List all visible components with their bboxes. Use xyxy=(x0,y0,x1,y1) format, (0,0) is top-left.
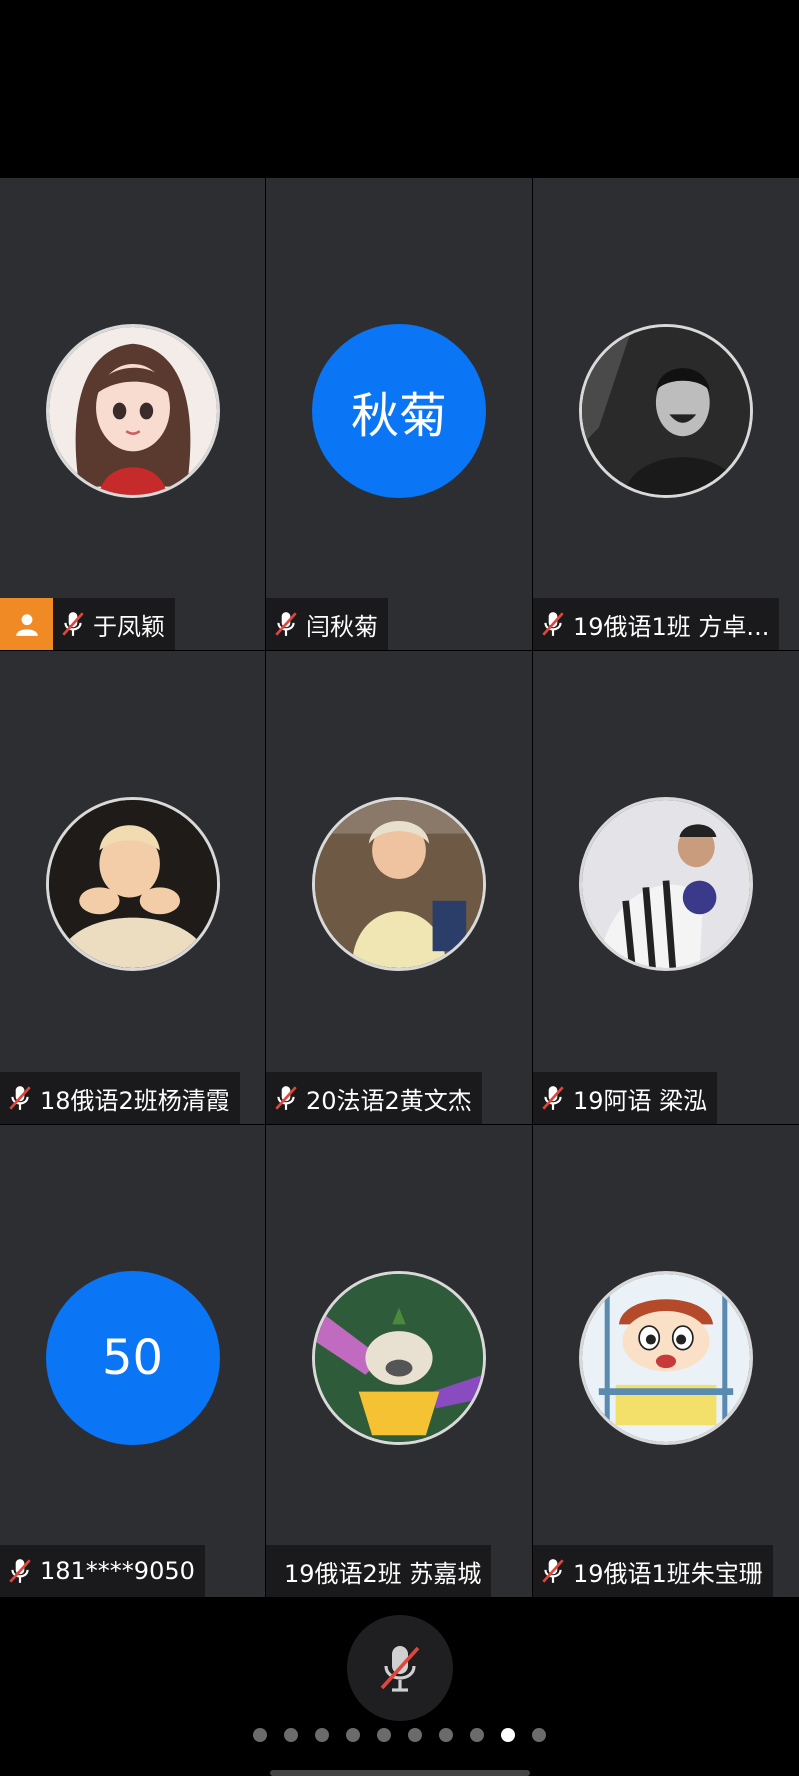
avatar xyxy=(45,797,220,971)
mic-muted-icon xyxy=(0,1072,40,1124)
mute-toggle-button[interactable] xyxy=(347,1615,453,1721)
mic-muted-icon xyxy=(533,1072,573,1124)
participant-name: 19俄语1班朱宝珊 xyxy=(573,1559,763,1588)
child-photo-icon xyxy=(48,800,217,968)
avatar xyxy=(579,1271,753,1445)
mic-muted-icon xyxy=(533,598,573,650)
participant-label: 于凤颖 xyxy=(0,598,175,650)
participant-grid: 于凤颖 秋菊 闫秋菊 19俄语1班 方卓... 18俄语2班杨清霞 20法语2黄… xyxy=(0,178,799,1597)
participant-label: 闫秋菊 xyxy=(266,598,388,650)
avatar: 50 xyxy=(45,1271,220,1445)
participant-name: 19阿语 梁泓 xyxy=(573,1086,708,1115)
participant-tile[interactable]: 19阿语 梁泓 xyxy=(533,651,799,1124)
footballer-photo-icon xyxy=(582,800,750,968)
mic-muted-icon xyxy=(0,1545,40,1597)
participant-tile[interactable]: 于凤颖 xyxy=(0,178,265,650)
participant-tile[interactable]: 秋菊 闫秋菊 xyxy=(266,178,532,650)
page-dot[interactable] xyxy=(439,1728,453,1742)
participant-label: 19阿语 梁泓 xyxy=(533,1072,718,1124)
avatar xyxy=(579,324,753,498)
mic-muted-icon xyxy=(266,1072,306,1124)
host-badge xyxy=(0,598,53,650)
crayon-cartoon-icon xyxy=(582,1274,750,1442)
participant-label: 19俄语1班朱宝珊 xyxy=(533,1545,773,1597)
participant-name: 19俄语1班 方卓... xyxy=(573,612,770,641)
participant-name: 于凤颖 xyxy=(93,612,165,641)
page-dot[interactable] xyxy=(532,1728,546,1742)
page-dot[interactable] xyxy=(315,1728,329,1742)
participant-name: 20法语2黄文杰 xyxy=(306,1086,472,1115)
participant-name: 18俄语2班杨清霞 xyxy=(40,1086,230,1115)
mic-muted-icon xyxy=(266,598,306,650)
page-dot[interactable] xyxy=(284,1728,298,1742)
mic-muted-icon xyxy=(53,598,93,650)
page-dot[interactable] xyxy=(377,1728,391,1742)
page-indicator[interactable] xyxy=(0,1728,799,1748)
participant-tile[interactable]: 50 181****9050 xyxy=(0,1125,265,1597)
participant-tile[interactable]: 20法语2黄文杰 xyxy=(266,651,532,1124)
avatar xyxy=(45,324,220,498)
dog-cartoon-icon xyxy=(315,1274,483,1442)
participant-name: 181****9050 xyxy=(40,1557,195,1585)
participant-label: 18俄语2班杨清霞 xyxy=(0,1072,240,1124)
participant-label: 181****9050 xyxy=(0,1545,205,1597)
mic-muted-icon xyxy=(380,1646,420,1692)
participant-name: 闫秋菊 xyxy=(306,612,378,641)
participant-label: 19俄语2班 苏嘉城 xyxy=(266,1545,492,1597)
person-icon xyxy=(15,614,38,636)
mic-muted-icon xyxy=(533,1545,573,1597)
laughing-man-bw-icon xyxy=(582,327,750,495)
baby-photo-icon xyxy=(315,800,483,968)
girl-portrait-icon xyxy=(48,327,217,495)
participant-label: 20法语2黄文杰 xyxy=(266,1072,482,1124)
avatar xyxy=(312,797,486,971)
participant-tile[interactable]: 19俄语1班 方卓... xyxy=(533,178,799,650)
participant-name: 19俄语2班 苏嘉城 xyxy=(284,1559,482,1588)
page-dot[interactable] xyxy=(253,1728,267,1742)
participant-label: 19俄语1班 方卓... xyxy=(533,598,780,650)
page-dot[interactable] xyxy=(408,1728,422,1742)
avatar xyxy=(579,797,753,971)
page-dot[interactable] xyxy=(346,1728,360,1742)
participant-tile[interactable]: 19俄语1班朱宝珊 xyxy=(533,1125,799,1597)
page-dot[interactable] xyxy=(501,1728,515,1742)
participant-tile[interactable]: 18俄语2班杨清霞 xyxy=(0,651,265,1124)
home-indicator[interactable] xyxy=(270,1770,530,1776)
page-dot[interactable] xyxy=(470,1728,484,1742)
avatar: 秋菊 xyxy=(312,324,486,498)
avatar xyxy=(312,1271,486,1445)
participant-tile[interactable]: 19俄语2班 苏嘉城 xyxy=(266,1125,532,1597)
